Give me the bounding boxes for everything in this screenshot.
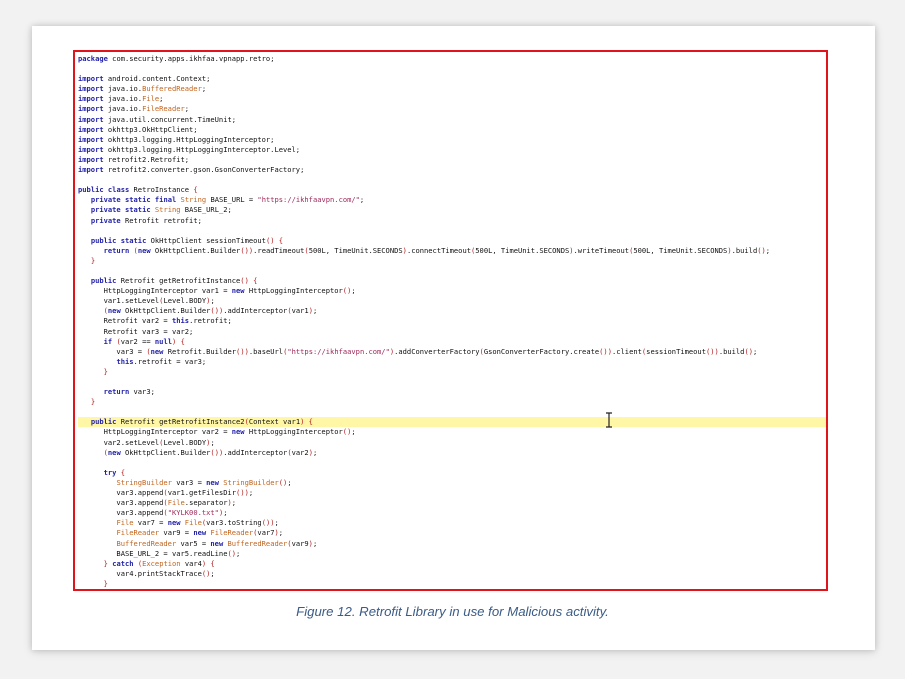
- code-line: import java.io.BufferedReader;: [78, 84, 207, 94]
- code-line: } catch (Exception var4) {: [103, 558, 215, 568]
- code-line: (new OkHttpClient.Builder()).addIntercep…: [103, 306, 318, 316]
- code-line: var4.printStackTrace();: [78, 568, 215, 578]
- code-line: var3.append(File.separator);: [78, 498, 237, 508]
- code-line: public class RetroInstance {: [78, 185, 198, 195]
- code-line: var1.setLevel(Level.BODY);: [78, 296, 215, 306]
- code-line: var2.setLevel(Level.BODY);: [78, 437, 215, 447]
- code-line: public static OkHttpClient sessionTimeou…: [90, 235, 284, 245]
- code-line: package com.security.apps.ikhfaa.vpnapp.…: [78, 54, 275, 63]
- code-line: import java.io.File;: [78, 94, 164, 104]
- code-line: var3 = (new Retrofit.Builder()).baseUrl(…: [78, 346, 758, 356]
- code-line: private static String BASE_URL_2;: [90, 205, 232, 215]
- code-line: import okhttp3.logging.HttpLoggingInterc…: [78, 134, 275, 144]
- code-line: }: [90, 255, 96, 265]
- code-line: var3.append("KYLK00.txt");: [78, 508, 228, 518]
- code-line: var3.append(var1.getFilesDir());: [78, 488, 254, 498]
- figure-caption: Figure 12. Retrofit Library in use for M…: [296, 604, 609, 619]
- code-line: import retrofit2.converter.gson.GsonConv…: [78, 165, 305, 175]
- code-line: (new OkHttpClient.Builder()).addIntercep…: [103, 447, 318, 457]
- code-line: FileReader var9 = new FileReader(var7);: [116, 528, 284, 538]
- code-block: package com.security.apps.ikhfaa.vpnapp.…: [78, 54, 826, 589]
- code-line: return var3;: [103, 387, 155, 397]
- code-line: }: [103, 366, 108, 376]
- code-line: StringBuilder var3 = new StringBuilder()…: [116, 477, 292, 487]
- code-line: HttpLoggingInterceptor var1 = new HttpLo…: [78, 286, 356, 296]
- code-line: import okhttp3.OkHttpClient;: [78, 124, 198, 134]
- code-line: BASE_URL_2 = var5.readLine();: [78, 548, 241, 558]
- code-line: import okhttp3.logging.HttpLoggingInterc…: [78, 144, 301, 154]
- code-line: this.retrofit = var3;: [116, 356, 207, 366]
- code-line: import retrofit2.Retrofit;: [78, 154, 190, 164]
- code-line: if (var2 == null) {: [103, 336, 185, 346]
- text-cursor-icon: [606, 412, 612, 428]
- code-line: import java.io.FileReader;: [78, 104, 190, 114]
- code-line: return (new OkHttpClient.Builder()).read…: [103, 245, 771, 255]
- code-line: import android.content.Context;: [78, 74, 211, 84]
- code-line-highlighted: public Retrofit getRetrofitInstance2(Con…: [78, 417, 826, 428]
- code-line: HttpLoggingInterceptor var2 = new HttpLo…: [78, 427, 356, 437]
- code-line: File var7 = new File(var3.toString());: [116, 518, 279, 528]
- code-line: public Retrofit getRetrofitInstance() {: [90, 276, 258, 286]
- code-line: }: [103, 578, 108, 588]
- code-line: Retrofit var3 = var2;: [78, 326, 194, 336]
- code-line: try {: [103, 467, 125, 477]
- code-line: BufferedReader var5 = new BufferedReader…: [116, 538, 318, 548]
- code-line: private Retrofit retrofit;: [90, 215, 202, 225]
- code-line: import java.util.concurrent.TimeUnit;: [78, 114, 237, 124]
- code-screenshot-frame: package com.security.apps.ikhfaa.vpnapp.…: [73, 50, 828, 591]
- code-line: private static final String BASE_URL = "…: [90, 195, 365, 205]
- code-line: }: [90, 397, 96, 407]
- code-line: Retrofit var2 = this.retrofit;: [78, 316, 232, 326]
